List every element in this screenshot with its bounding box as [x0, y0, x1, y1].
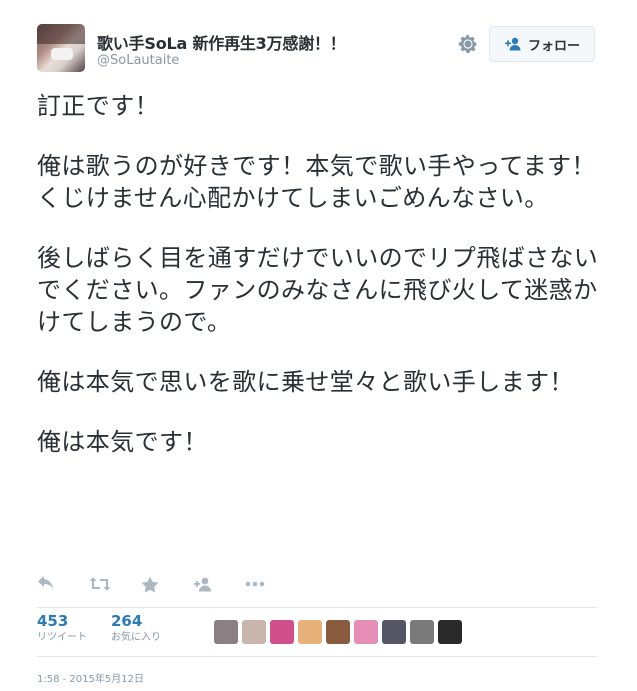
tweet-paragraph: 訂正です！ [37, 92, 159, 120]
reply-icon [38, 576, 53, 589]
display-name[interactable]: 歌い手SoLa 新作再生3万感謝！！ [97, 30, 346, 54]
tweet-timestamp[interactable]: 1:58 - 2015年5月12日 [37, 670, 144, 685]
gear-icon[interactable] [457, 33, 479, 55]
tweet-text: 訂正です！ 俺は歌うのが好きです！本気で歌い手やってます！くじけません心配かけて… [37, 90, 607, 486]
tweet-paragraph: 俺は歌うのが好きです！本気で歌い手やってます！くじけません心配かけてしまいごめん… [37, 152, 596, 212]
tweet-stats: 453 リツイート 264 お気に入り [37, 612, 185, 652]
tweet-header: 歌い手SoLa 新作再生3万感謝！！ @SoLautaite フォロー [37, 24, 597, 74]
favorite-label: お気に入り [111, 632, 161, 643]
tweet-paragraph: 俺は本気です！ [37, 428, 208, 456]
favoriter-avatar[interactable] [382, 620, 406, 644]
more-icon [245, 581, 265, 587]
retweet-icon [89, 577, 111, 591]
favoriter-avatar[interactable] [354, 620, 378, 644]
tweet-actions [37, 572, 297, 596]
favorite-count: 264 [111, 612, 143, 630]
follow-user-action[interactable] [193, 574, 245, 594]
retweet-count: 453 [37, 612, 69, 630]
user-handle[interactable]: @SoLautaite [97, 53, 179, 68]
favoriter-avatar[interactable] [326, 620, 350, 644]
more-button[interactable] [245, 574, 297, 594]
favoriter-avatar[interactable] [270, 620, 294, 644]
favorite-button[interactable] [141, 574, 193, 594]
user-avatar[interactable] [37, 24, 85, 72]
tweet-paragraph: 後しばらく目を通すだけでいいのでリプ飛ばさないでください。ファンのみなさんに飛び… [37, 244, 599, 336]
favoriter-avatar[interactable] [410, 620, 434, 644]
tweet-paragraph: 俺は本気で思いを歌に乗せ堂々と歌い手します！ [37, 368, 574, 396]
divider [37, 607, 597, 608]
favoriter-avatar[interactable] [242, 620, 266, 644]
reply-button[interactable] [37, 574, 89, 594]
avatar-hair [37, 24, 85, 44]
retweet-stat[interactable]: 453 リツイート [37, 612, 87, 652]
favoriter-avatar[interactable] [298, 620, 322, 644]
follow-button[interactable]: フォロー [489, 26, 595, 62]
divider [37, 656, 597, 657]
retweet-button[interactable] [89, 574, 141, 594]
favorite-icon [141, 576, 159, 593]
follow-button-label: フォロー [527, 38, 580, 54]
favorite-stat[interactable]: 264 お気に入り [111, 612, 161, 652]
favoriter-avatar[interactable] [214, 620, 238, 644]
favoriter-avatar[interactable] [438, 620, 462, 644]
retweet-label: リツイート [37, 632, 87, 643]
favoriter-avatars [214, 620, 462, 644]
avatar-mask [51, 48, 73, 60]
follow-user-icon [194, 577, 211, 591]
follow-user-plus-icon [504, 37, 521, 51]
